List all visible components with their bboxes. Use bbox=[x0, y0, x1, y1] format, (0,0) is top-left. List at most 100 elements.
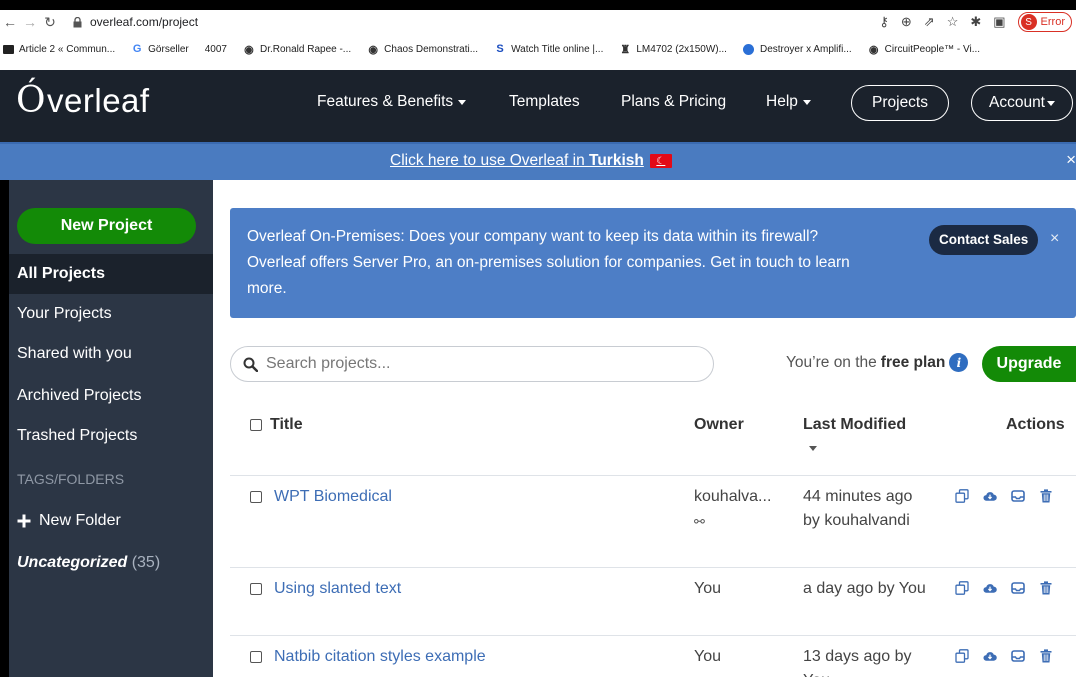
sidebar-item-trashed[interactable]: Trashed Projects bbox=[9, 416, 213, 456]
select-all-checkbox[interactable] bbox=[250, 419, 262, 431]
projects-button[interactable]: Projects bbox=[851, 85, 949, 121]
sidebar-item-shared[interactable]: Shared with you bbox=[9, 334, 213, 374]
star-icon[interactable]: ☆ bbox=[947, 14, 959, 30]
sidebar-item-label: Archived Projects bbox=[17, 387, 142, 404]
row-checkbox[interactable] bbox=[250, 583, 262, 595]
banner-close-icon[interactable]: × bbox=[1066, 150, 1076, 170]
upgrade-button[interactable]: Upgrade bbox=[982, 346, 1076, 382]
nav-help-label: Help bbox=[766, 93, 798, 110]
copy-icon[interactable] bbox=[955, 649, 969, 663]
extensions-icon[interactable]: ✱ bbox=[970, 14, 981, 30]
account-button[interactable]: Account bbox=[971, 85, 1073, 121]
reload-icon[interactable]: ↻ bbox=[40, 14, 60, 31]
promo-close-icon[interactable]: × bbox=[1050, 226, 1059, 252]
nav-pricing[interactable]: Plans & Pricing bbox=[621, 70, 726, 134]
nav-features[interactable]: Features & Benefits bbox=[317, 70, 467, 134]
logo-leaf-icon: Ó bbox=[16, 80, 47, 121]
copy-icon[interactable] bbox=[955, 581, 969, 595]
archive-icon[interactable] bbox=[1011, 649, 1025, 663]
download-icon[interactable] bbox=[983, 649, 997, 663]
bookmark-item[interactable]: ♜ LM4702 (2x150W)... bbox=[619, 43, 727, 56]
bookmark-label: CircuitPeople™ - Vi... bbox=[884, 43, 981, 55]
language-switch-link[interactable]: Click here to use Overleaf in Turkish ☾ bbox=[390, 152, 672, 170]
nav-help[interactable]: Help bbox=[766, 70, 811, 134]
url-bar[interactable]: overleaf.com/project bbox=[90, 15, 198, 29]
trash-icon[interactable] bbox=[1039, 649, 1053, 663]
plan-prefix: You’re on the bbox=[786, 353, 877, 371]
globe-icon: ◉ bbox=[368, 43, 378, 56]
share-icon[interactable]: ⇗ bbox=[924, 14, 935, 30]
tags-folders-heading: TAGS/FOLDERS bbox=[17, 471, 125, 487]
language-banner-text: Click here to use Overleaf in bbox=[390, 152, 590, 169]
bookmark-item[interactable]: ◉ Dr.Ronald Rapee -... bbox=[243, 43, 352, 56]
tag-count: (35) bbox=[131, 554, 161, 571]
bookmark-favicon-icon bbox=[2, 43, 14, 55]
sidebar-item-your-projects[interactable]: Your Projects bbox=[9, 294, 213, 334]
tag-uncategorized[interactable]: Uncategorized (35) bbox=[17, 554, 160, 572]
bookmark-item[interactable]: S Watch Title online |... bbox=[494, 43, 603, 55]
info-icon[interactable]: i bbox=[949, 353, 969, 372]
download-icon[interactable] bbox=[983, 581, 997, 595]
project-title-cell: Natbib citation styles example bbox=[250, 645, 486, 669]
row-checkbox[interactable] bbox=[250, 491, 262, 503]
sidepanel-icon[interactable]: ▣ bbox=[993, 14, 1005, 30]
project-title-link[interactable]: Using slanted text bbox=[274, 577, 401, 601]
plan-name: free plan bbox=[880, 353, 946, 371]
zoom-icon[interactable]: ⊕ bbox=[901, 14, 912, 30]
profile-status: Error bbox=[1040, 16, 1065, 28]
bookmark-item[interactable]: G Görseller bbox=[131, 43, 189, 55]
turkish-flag-icon: ☾ bbox=[649, 154, 672, 168]
last-modified-column-header[interactable]: Last Modified bbox=[803, 416, 906, 451]
sidebar-item-label: All Projects bbox=[17, 265, 106, 282]
bookmark-item[interactable]: Article 2 « Commun... bbox=[2, 43, 115, 55]
contact-sales-button[interactable]: Contact Sales bbox=[929, 225, 1039, 255]
bookmark-item[interactable]: ◉ CircuitPeople™ - Vi... bbox=[868, 43, 981, 56]
new-folder-label: New Folder bbox=[39, 512, 121, 529]
copy-icon[interactable] bbox=[955, 489, 969, 503]
globe-icon: ◉ bbox=[868, 43, 879, 56]
title-column-header[interactable]: Title bbox=[250, 416, 303, 434]
search-input[interactable] bbox=[266, 355, 686, 373]
back-arrow-icon[interactable]: ← bbox=[0, 14, 20, 30]
last-modified-cell: 13 days ago by You bbox=[803, 648, 912, 677]
project-owner: You bbox=[694, 580, 721, 597]
sidebar-item-all-projects[interactable]: All Projects bbox=[9, 254, 213, 294]
project-title-link[interactable]: Natbib citation styles example bbox=[274, 645, 486, 669]
profile-error-button[interactable]: S Error bbox=[1017, 12, 1072, 32]
bookmark-label: Article 2 « Commun... bbox=[19, 43, 116, 55]
row-checkbox[interactable] bbox=[250, 651, 262, 663]
g-icon: G bbox=[132, 43, 142, 55]
sidebar-item-archived[interactable]: Archived Projects bbox=[9, 376, 213, 416]
archive-icon[interactable] bbox=[1011, 489, 1025, 503]
tag-name: Uncategorized bbox=[17, 554, 128, 571]
owner-header-label: Owner bbox=[694, 416, 744, 433]
caret-down-icon bbox=[1047, 100, 1055, 106]
bookmark-label: Dr.Ronald Rapee -... bbox=[259, 43, 352, 55]
promo-text-line: more. bbox=[247, 280, 287, 297]
project-title-link[interactable]: WPT Biomedical bbox=[274, 485, 392, 509]
last-modified-cell: 44 minutes ago by kouhalvandi bbox=[803, 488, 913, 529]
new-folder-button[interactable]: New Folder bbox=[17, 512, 121, 530]
download-icon[interactable] bbox=[983, 489, 997, 503]
caret-down-icon bbox=[802, 99, 811, 105]
trash-icon[interactable] bbox=[1039, 489, 1053, 503]
key-icon[interactable]: ⚷ bbox=[879, 14, 889, 30]
sidebar-item-label: Trashed Projects bbox=[17, 427, 138, 444]
project-owner-cell: kouhalva... ⚯ bbox=[694, 485, 789, 534]
account-button-label: Account bbox=[988, 94, 1045, 111]
project-row: WPT Biomedical kouhalva... ⚯ 44 minutes ago… bbox=[230, 476, 1076, 568]
bookmark-item[interactable]: ◉ Chaos Demonstrati... bbox=[367, 43, 478, 56]
row-actions bbox=[955, 649, 1053, 663]
owner-column-header[interactable]: Owner bbox=[694, 416, 744, 434]
nav-templates[interactable]: Templates bbox=[509, 70, 580, 134]
language-name: Turkish bbox=[589, 152, 644, 169]
overleaf-logo[interactable]: Óverleaf bbox=[16, 80, 150, 121]
forward-arrow-icon[interactable]: → bbox=[20, 14, 40, 30]
new-project-button[interactable]: New Project bbox=[17, 208, 196, 244]
trash-icon[interactable] bbox=[1039, 581, 1053, 595]
bookmark-item[interactable]: Destroyer x Amplifi... bbox=[743, 43, 852, 55]
archive-icon[interactable] bbox=[1011, 581, 1025, 595]
circle-icon bbox=[743, 43, 755, 55]
address-row: ← → ↻ overleaf.com/project ⚷ ⊕ ⇗ ☆ ✱ ▣ S… bbox=[0, 10, 1076, 34]
bookmark-item[interactable]: 4007 bbox=[205, 44, 227, 55]
